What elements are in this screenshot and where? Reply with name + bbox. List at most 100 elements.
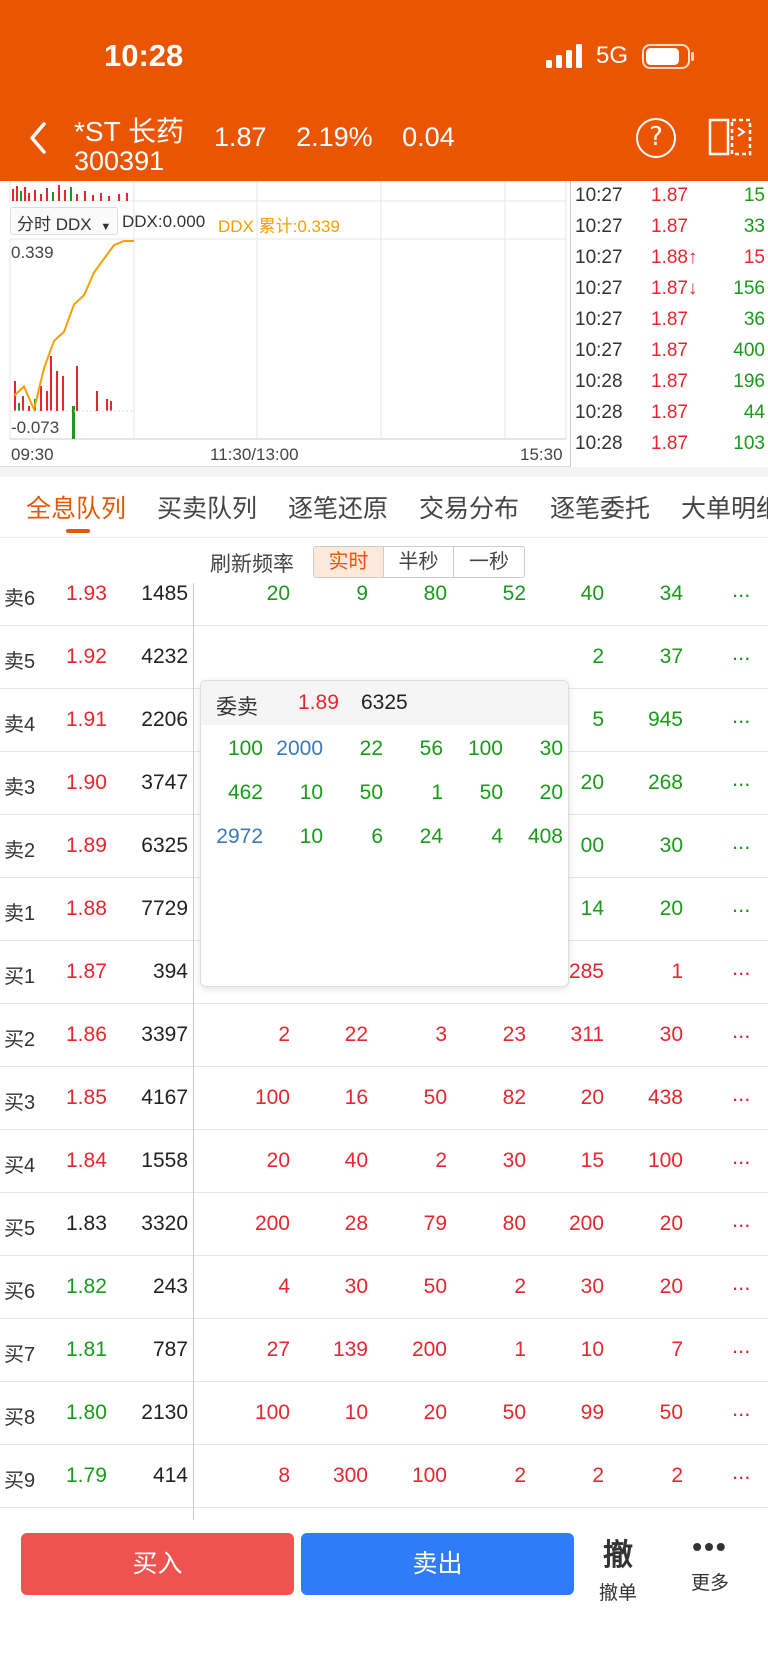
expand-orders-icon[interactable]: ...: [732, 1459, 750, 1485]
order-book-row[interactable]: 买2 1.86 3397 2 22 3 23 311 30...: [0, 1004, 768, 1067]
order-size: 20: [423, 1401, 447, 1424]
tick-time: 10:27: [575, 185, 623, 206]
expand-orders-icon[interactable]: ...: [732, 1018, 750, 1044]
order-size: 30: [502, 1149, 526, 1172]
expand-orders-icon[interactable]: ...: [732, 1396, 750, 1422]
expand-orders-icon[interactable]: ...: [732, 1081, 750, 1107]
order-size: 2: [435, 1149, 447, 1172]
order-size: 2: [671, 1464, 683, 1487]
help-icon[interactable]: ?: [636, 118, 676, 158]
order-book-row[interactable]: 买5 1.83 3320 200 28 79 80 200 20...: [0, 1193, 768, 1256]
order-book-row[interactable]: 买7 1.81 787 27 139 200 1 10 7...: [0, 1319, 768, 1382]
popup-order-size: 462: [227, 781, 263, 804]
order-book-row[interactable]: 买8 1.80 2130 100 10 20 50 99 50...: [0, 1382, 768, 1445]
cancel-icon: 撤: [603, 1539, 633, 1572]
x-label-mid: 11:30/13:00: [210, 445, 299, 464]
order-size: 79: [423, 1212, 447, 1235]
tab-tick-restore[interactable]: 逐笔还原: [288, 489, 388, 525]
order-size: 2: [278, 1023, 290, 1046]
order-size: 4: [278, 1275, 290, 1298]
tab-trade-distribution[interactable]: 交易分布: [419, 489, 519, 525]
expand-orders-icon[interactable]: ...: [732, 703, 750, 729]
expand-orders-icon[interactable]: ...: [732, 1270, 750, 1296]
level-price: 1.89: [66, 834, 107, 857]
popup-order-size: 30: [539, 737, 563, 760]
expand-orders-icon[interactable]: ...: [732, 766, 750, 792]
tab-bid-ask-queue[interactable]: 买卖队列: [157, 489, 257, 525]
level-label: 卖4: [4, 714, 36, 736]
order-size: 30: [580, 1275, 604, 1298]
order-book-row[interactable]: 买9 1.79 414 8 300 100 2 2 2...: [0, 1445, 768, 1508]
stock-change-pct: 2.19%: [296, 122, 373, 152]
divider: [0, 467, 768, 477]
freq-one-second-button[interactable]: 一秒: [454, 547, 524, 577]
order-book-row[interactable]: 卖6 1.93 1485 20 9 80 52 40 34...: [0, 583, 768, 626]
column-divider: [193, 583, 194, 1520]
level-label: 卖3: [4, 777, 36, 799]
level-label: 卖5: [4, 651, 36, 673]
order-size: 15: [580, 1149, 604, 1172]
level-label: 买8: [4, 1407, 36, 1429]
expand-orders-icon[interactable]: ...: [732, 1207, 750, 1233]
refresh-frequency-label: 刷新频率: [210, 553, 294, 576]
stock-change: 0.04: [402, 122, 455, 152]
expand-orders-icon[interactable]: ...: [732, 1144, 750, 1170]
volume-bars: [12, 185, 128, 201]
back-icon[interactable]: [24, 118, 54, 158]
tab-big-orders[interactable]: 大单明细: [681, 489, 768, 525]
tick-list[interactable]: 10:27 1.87 15 10:27 1.87 33 10:27 1.88↑ 15 10:27 1…: [570, 181, 768, 467]
popup-order-size: 24: [419, 825, 443, 848]
level-quantity: 394: [152, 960, 188, 983]
level-price: 1.82: [66, 1275, 107, 1298]
order-size: 40: [344, 1149, 368, 1172]
tick-row: 10:27 1.87 400: [571, 340, 768, 371]
order-size: 300: [332, 1464, 368, 1487]
order-size: 20: [659, 897, 683, 920]
buy-button[interactable]: 买入: [21, 1533, 294, 1595]
split-screen-icon[interactable]: [708, 116, 752, 158]
expand-orders-icon[interactable]: ...: [732, 1333, 750, 1359]
order-size: 22: [344, 1023, 368, 1046]
order-book-row[interactable]: 买3 1.85 4167 100 16 50 82 20 438...: [0, 1067, 768, 1130]
expand-orders-icon[interactable]: ...: [732, 955, 750, 981]
more-button[interactable]: ••• 更多: [680, 1530, 740, 1595]
x-label-close: 15:30: [520, 445, 563, 464]
active-tab-indicator: [66, 529, 90, 533]
freq-half-second-button[interactable]: 半秒: [384, 547, 454, 577]
tick-volume: 196: [733, 371, 765, 392]
ddx-chart[interactable]: 分时 DDX ▼ DDX:0.000 DDX 累计:0.339 0.339 -0…: [0, 180, 570, 467]
expand-orders-icon[interactable]: ...: [732, 829, 750, 855]
refresh-frequency-bar: 刷新频率 实时 半秒 一秒: [0, 537, 768, 587]
order-size: 30: [659, 1023, 683, 1046]
cancel-order-button[interactable]: 撤 撤单: [590, 1530, 646, 1605]
order-size: 82: [502, 1086, 526, 1109]
tab-full-queue[interactable]: 全息队列: [26, 489, 126, 525]
order-book-row[interactable]: 买4 1.84 1558 20 40 2 30 15 100...: [0, 1130, 768, 1193]
order-size: 99: [580, 1401, 604, 1424]
tab-tick-orders[interactable]: 逐笔委托: [550, 489, 650, 525]
level-price: 1.79: [66, 1464, 107, 1487]
stock-price: 1.87: [214, 122, 267, 152]
order-size: 200: [411, 1338, 447, 1361]
tick-price: 1.87: [651, 433, 688, 454]
tick-volume: 15: [743, 185, 765, 206]
freq-realtime-button[interactable]: 实时: [314, 547, 384, 577]
tick-row: 10:27 1.87↓ 156: [571, 278, 768, 309]
queue-detail-popup[interactable]: 委卖 1.89 6325 100 2000 22 56 100 30 462 10 50 1 50 2…: [200, 680, 569, 987]
popup-order-size: 1: [431, 781, 443, 804]
popup-order-size: 100: [467, 737, 503, 760]
expand-orders-icon[interactable]: ...: [732, 583, 750, 603]
order-size: 50: [423, 1086, 447, 1109]
tick-volume: 44: [743, 402, 765, 423]
level-quantity: 2206: [141, 708, 188, 731]
level-quantity: 3320: [141, 1212, 188, 1235]
tick-volume: 400: [733, 340, 765, 361]
expand-orders-icon[interactable]: ...: [732, 640, 750, 666]
sell-button[interactable]: 卖出: [301, 1533, 574, 1595]
popup-order-size: 2000: [276, 737, 323, 760]
expand-orders-icon[interactable]: ...: [732, 892, 750, 918]
order-size: 34: [659, 583, 683, 605]
indicator-select[interactable]: 分时 DDX ▼: [10, 207, 119, 235]
order-size: 100: [254, 1401, 290, 1424]
order-book-row[interactable]: 买6 1.82 243 4 30 50 2 30 20...: [0, 1256, 768, 1319]
